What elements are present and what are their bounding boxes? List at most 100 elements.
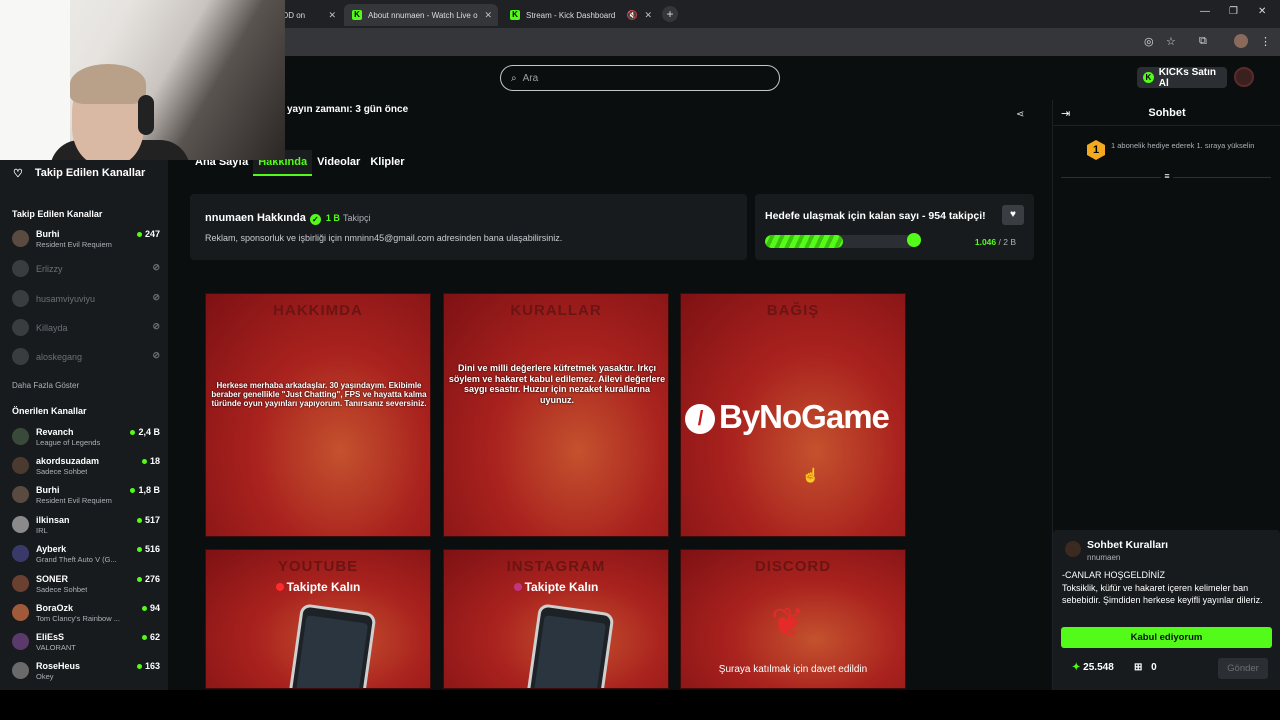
search-input[interactable]: ⌕ Ara xyxy=(500,65,780,91)
discord-emblem-icon: ❦ xyxy=(771,601,805,645)
goal-title: Hedefe ulaşmak için kalan sayı - 954 tak… xyxy=(765,210,986,222)
close-window-icon[interactable]: ✕ xyxy=(1258,6,1266,17)
viewer-count-value: 516 xyxy=(144,544,160,554)
kicks-coin-icon: K xyxy=(1143,72,1154,83)
channel-category: Okey xyxy=(36,672,54,681)
sidebar-item-burhi[interactable]: Burhi Resident Evil Requiem 247 xyxy=(10,227,162,253)
new-tab-button[interactable]: + xyxy=(662,6,678,22)
close-icon[interactable]: ✕ xyxy=(328,10,336,21)
store-counter[interactable]: ⊞ 0 xyxy=(1134,662,1157,673)
viewer-count: 276 xyxy=(136,574,160,584)
channel-name: Burhi xyxy=(36,485,60,495)
follow-heart-button[interactable]: ♥ xyxy=(1002,205,1024,225)
phone-screen xyxy=(295,615,369,688)
sidebar-item-ilkinsan[interactable]: ilkinsan IRL 517 xyxy=(10,513,162,539)
rules-title: Sohbet Kuralları xyxy=(1087,539,1169,551)
browser-tab-about[interactable]: K About nnumaen - Watch Live o ✕ xyxy=(344,4,498,26)
avatar xyxy=(12,457,29,474)
live-dot-icon xyxy=(141,635,147,641)
user-avatar[interactable] xyxy=(1234,67,1254,87)
bynogame-mark-icon: / xyxy=(685,404,715,434)
share-icon[interactable]: ⋖ xyxy=(1016,109,1024,120)
mute-icon[interactable]: 🔇 xyxy=(627,10,638,21)
kicks-balance[interactable]: ✦ 25.548 xyxy=(1072,662,1114,673)
viewer-count-value: 517 xyxy=(144,515,160,525)
panel-subtitle-text: Takipte Kalın xyxy=(286,580,361,594)
accept-rules-button[interactable]: Kabul ediyorum xyxy=(1061,627,1272,648)
followed-section-title: Takip Edilen Kanallar xyxy=(12,209,103,219)
panel-youtube[interactable]: YOUTUBE Takipte Kalın xyxy=(205,549,431,689)
sidebar-item-eliess[interactable]: EliEsS VALORANT 62 xyxy=(10,630,162,656)
panel-title: DISCORD xyxy=(754,558,832,575)
extensions-icon[interactable]: ⧉ xyxy=(1199,35,1207,48)
panel-title: KURALLAR xyxy=(510,302,602,319)
maximize-icon[interactable]: ❐ xyxy=(1229,6,1238,17)
about-title-text: nnumaen Hakkında xyxy=(205,212,306,224)
expand-leaderboard-icon[interactable]: ≡ xyxy=(1161,171,1173,183)
sidebar-item-boraozk[interactable]: BoraOzk Tom Clancy's Rainbow ... 94 xyxy=(10,601,162,627)
followers-label: Takipçi xyxy=(342,213,371,223)
sidebar-item-ayberk[interactable]: Ayberk Grand Theft Auto V (G... 516 xyxy=(10,542,162,568)
panel-instagram[interactable]: INSTAGRAM Takipte Kalın xyxy=(443,549,669,689)
avatar xyxy=(12,575,29,592)
panel-kurallar: KURALLAR Dini ve milli değerlere küfretm… xyxy=(443,293,669,537)
bynogame-logo: / ByNoGame xyxy=(685,398,905,436)
kick-favicon-icon: K xyxy=(510,10,520,20)
youtube-icon xyxy=(275,583,284,591)
panel-title: YOUTUBE xyxy=(277,558,359,575)
channel-category: Sadece Sohbet xyxy=(36,467,88,476)
viewer-count-value: 94 xyxy=(149,603,160,613)
send-button[interactable]: Gönder xyxy=(1218,658,1268,679)
viewer-count-value: 276 xyxy=(144,574,160,584)
channel-category: VALORANT xyxy=(36,643,76,652)
sidebar-header[interactable]: ♡ Takip Edilen Kanallar xyxy=(0,160,168,186)
sidebar-item-akordsuzadam[interactable]: akordsuzadam Sadece Sohbet 18 xyxy=(10,454,162,480)
sidebar-item-killayda[interactable]: Killayda ⊘ xyxy=(10,316,162,342)
eye-off-icon[interactable]: ◎ xyxy=(1144,35,1154,48)
taskbar-area xyxy=(0,690,1280,720)
panel-bagis[interactable]: BAĞIŞ / ByNoGame xyxy=(680,293,906,537)
goal-progress-bar xyxy=(765,235,915,248)
panel-discord[interactable]: DISCORD ❦ Şuraya katılmak için davet edi… xyxy=(680,549,906,689)
avatar xyxy=(12,516,29,533)
sidebar-item-roseheus[interactable]: RoseHeus Okey 163 xyxy=(10,659,162,685)
sidebar-item-husamviyuviyu[interactable]: husamviyuviyu ⊘ xyxy=(10,287,162,313)
sidebar-item-soner[interactable]: SONER Sadece Sohbet 276 xyxy=(10,572,162,598)
sidebar-item-revanch[interactable]: Revanch League of Legends 2,4 B xyxy=(10,425,162,451)
channel-category: Grand Theft Auto V (G... xyxy=(36,555,117,564)
minimize-icon[interactable]: — xyxy=(1200,6,1210,17)
viewer-count: 94 xyxy=(141,603,160,613)
avatar xyxy=(12,486,29,503)
tab-clips[interactable]: Klipler xyxy=(365,150,409,176)
viewer-count-value: 247 xyxy=(144,229,160,239)
sub-gift-message[interactable]: 1 abonelik hediye ederek 1. sıraya yükse… xyxy=(1111,142,1261,150)
browser-tab-dashboard[interactable]: K Stream - Kick Dashboard 🔇 ✕ xyxy=(502,4,658,26)
channel-name: RoseHeus xyxy=(36,661,81,671)
profile-avatar[interactable] xyxy=(1234,34,1248,48)
close-icon[interactable]: ✕ xyxy=(644,10,652,21)
live-dot-icon xyxy=(136,547,142,553)
sidebar-item-erlizzy[interactable]: Erlizzy ⊘ xyxy=(10,257,162,283)
channel-name: SONER xyxy=(36,574,69,584)
recommended-section-title: Önerilen Kanallar xyxy=(12,406,87,416)
close-icon[interactable]: ✕ xyxy=(484,10,492,21)
rules-body: -CANLAR HOŞGELDİNİZ Toksiklik, küfür ve … xyxy=(1062,569,1274,607)
show-more-link[interactable]: Daha Fazla Göster xyxy=(12,381,79,390)
store-icon: ⊞ xyxy=(1134,662,1143,673)
webcam-person-hair xyxy=(70,64,146,104)
avatar xyxy=(12,348,29,365)
menu-icon[interactable]: ⋮ xyxy=(1260,35,1271,48)
avatar xyxy=(12,633,29,650)
buy-kicks-button[interactable]: K KICKs Satın Al xyxy=(1137,67,1227,89)
tab-videos[interactable]: Videolar xyxy=(312,150,365,176)
star-icon[interactable]: ☆ xyxy=(1166,35,1176,48)
tab-label: About nnumaen - Watch Live o xyxy=(368,10,478,20)
live-dot-icon xyxy=(130,430,136,436)
screen: e VOD on ✕ K About nnumaen - Watch Live … xyxy=(0,0,1280,720)
bynogame-brand: ByNoGame xyxy=(719,398,890,435)
sidebar-item-burhi-recommended[interactable]: Burhi Resident Evil Requiem 1,8 B xyxy=(10,483,162,509)
offline-icon: ⊘ xyxy=(152,350,160,360)
viewer-count-value: 62 xyxy=(149,632,160,642)
sidebar-item-aloskegang[interactable]: aloskegang ⊘ xyxy=(10,345,162,371)
channel-name: BoraOzk xyxy=(36,603,74,613)
